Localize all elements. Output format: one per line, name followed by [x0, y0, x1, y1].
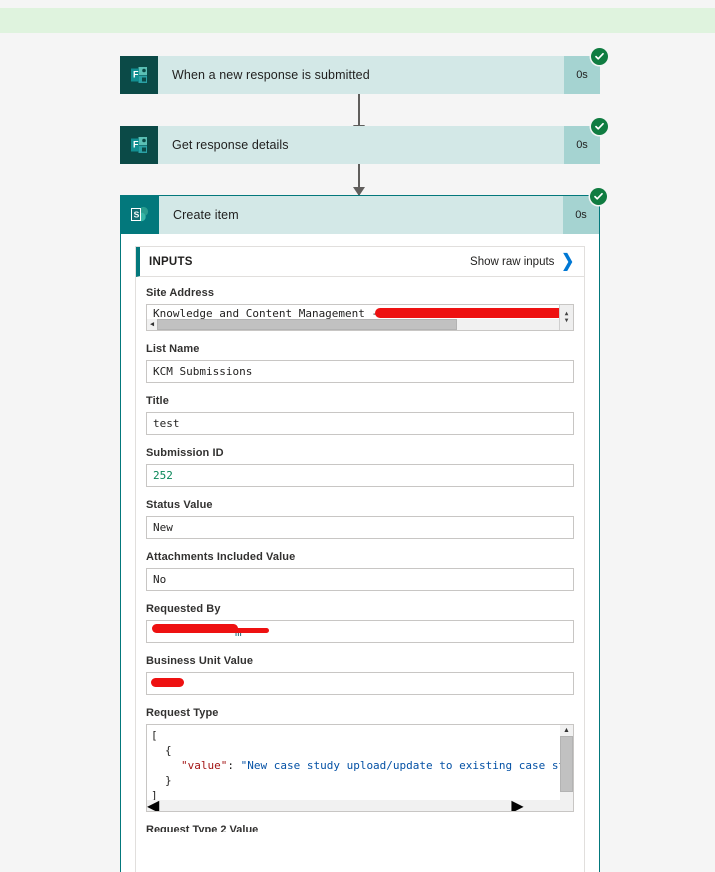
- show-raw-inputs-button[interactable]: Show raw inputs ❯: [470, 251, 574, 272]
- redaction-mark: [159, 628, 269, 633]
- request-type-code-box[interactable]: [ { "value": "New case study upload/upda…: [146, 724, 574, 812]
- redaction-mark: [375, 308, 565, 318]
- spinner-down-icon[interactable]: ▼: [565, 317, 569, 325]
- action-title: Get response details: [172, 138, 289, 152]
- connector-2: [353, 164, 365, 196]
- status-value-input[interactable]: New: [146, 516, 574, 539]
- create-item-body: INPUTS Show raw inputs ❯ Site Address Kn…: [121, 234, 599, 872]
- requested-by-visible-tail: m: [235, 626, 242, 639]
- field-request-type: Request Type [ { "value": "New case stud…: [146, 707, 574, 812]
- svg-text:S: S: [134, 209, 140, 219]
- field-label-request-type-2-value: Request Type 2 Value: [146, 824, 259, 832]
- field-list-name: List Name KCM Submissions: [146, 343, 574, 383]
- field-title: Title test: [146, 395, 574, 435]
- vertical-scrollbar[interactable]: ▲ ▼: [560, 725, 573, 811]
- flow-run-view: F When a new response is submitted 0s F …: [0, 0, 715, 872]
- scroll-thumb[interactable]: [157, 319, 457, 330]
- field-value: New: [153, 521, 173, 534]
- field-label: Status Value: [146, 499, 213, 511]
- field-requested-by: Requested By m: [146, 603, 574, 643]
- field-label: Submission ID: [146, 447, 224, 459]
- run-status-banner: [0, 8, 715, 33]
- scroll-thumb-vertical[interactable]: [560, 736, 573, 792]
- action-card-get-response-details[interactable]: F Get response details 0s: [120, 118, 608, 164]
- field-label: Site Address: [146, 287, 215, 299]
- scroll-left-arrow-icon[interactable]: ◀: [147, 796, 159, 812]
- code-line-3: }: [165, 774, 172, 787]
- microsoft-forms-icon: F: [120, 126, 158, 164]
- site-address-input[interactable]: Knowledge and Content Management - ◀ ▶: [146, 304, 574, 331]
- field-value: KCM Submissions: [153, 365, 253, 378]
- field-value: test: [153, 417, 180, 430]
- attachments-included-value-input[interactable]: No: [146, 568, 574, 591]
- field-label: Request Type: [146, 707, 219, 719]
- inputs-header: INPUTS Show raw inputs ❯: [136, 247, 584, 277]
- field-value: 252: [153, 469, 173, 482]
- submission-id-input[interactable]: 252: [146, 464, 574, 487]
- action-title: When a new response is submitted: [172, 68, 370, 82]
- inputs-field-list: Site Address Knowledge and Content Manag…: [136, 277, 584, 832]
- field-submission-id: Submission ID 252: [146, 447, 574, 487]
- code-string: "New case study upload/update to existin…: [240, 759, 574, 772]
- chevron-right-icon: ❯: [561, 251, 574, 272]
- requested-by-input[interactable]: m: [146, 620, 574, 643]
- inputs-panel: INPUTS Show raw inputs ❯ Site Address Kn…: [135, 246, 585, 872]
- inputs-title: INPUTS: [149, 255, 193, 268]
- field-label: Title: [146, 395, 169, 407]
- field-label: List Name: [146, 343, 200, 355]
- status-success-icon: [590, 188, 607, 205]
- field-attachments-included-value: Attachments Included Value No: [146, 551, 574, 591]
- scrollbar-corner[interactable]: ▲ ▼: [559, 305, 573, 330]
- status-success-icon: [591, 118, 608, 135]
- svg-text:F: F: [133, 140, 139, 150]
- sharepoint-icon: S: [121, 196, 159, 234]
- code-line-0: [: [151, 729, 158, 742]
- scroll-right-arrow-icon[interactable]: ▶: [511, 796, 523, 812]
- field-label: Business Unit Value: [146, 655, 254, 667]
- scroll-left-arrow-icon[interactable]: ◀: [147, 319, 157, 330]
- field-label: Attachments Included Value: [146, 551, 296, 563]
- field-site-address: Site Address Knowledge and Content Manag…: [146, 287, 574, 331]
- code-key: "value": [181, 759, 228, 772]
- code-horizontal-scrollbar[interactable]: ◀ ▶: [147, 798, 573, 811]
- status-success-icon: [591, 48, 608, 65]
- scroll-track[interactable]: [157, 319, 563, 330]
- list-name-input[interactable]: KCM Submissions: [146, 360, 574, 383]
- code-line-1: {: [165, 744, 172, 757]
- svg-text:F: F: [133, 70, 139, 80]
- show-raw-inputs-label: Show raw inputs: [470, 255, 555, 268]
- scroll-up-arrow-icon[interactable]: ▲: [560, 725, 573, 736]
- microsoft-forms-icon: F: [120, 56, 158, 94]
- field-value: No: [153, 573, 167, 586]
- field-status-value: Status Value New: [146, 499, 574, 539]
- scroll-track-vertical[interactable]: [560, 736, 573, 800]
- title-input[interactable]: test: [146, 412, 574, 435]
- field-label: Requested By: [146, 603, 221, 615]
- redaction-mark: [152, 624, 238, 633]
- create-item-header[interactable]: S Create item 0s: [121, 188, 607, 234]
- code-colon: :: [227, 759, 241, 772]
- action-title: Create item: [173, 208, 239, 222]
- request-type-code: [ { "value": "New case study upload/upda…: [147, 725, 573, 803]
- horizontal-scrollbar[interactable]: ◀ ▶: [147, 319, 573, 330]
- action-card-create-item: S Create item 0s INPUTS Show raw inputs …: [120, 188, 607, 872]
- field-business-unit-value: Business Unit Value: [146, 655, 574, 695]
- redaction-mark: [151, 678, 184, 687]
- business-unit-value-input[interactable]: [146, 672, 574, 695]
- action-card-trigger[interactable]: F When a new response is submitted 0s: [120, 48, 608, 94]
